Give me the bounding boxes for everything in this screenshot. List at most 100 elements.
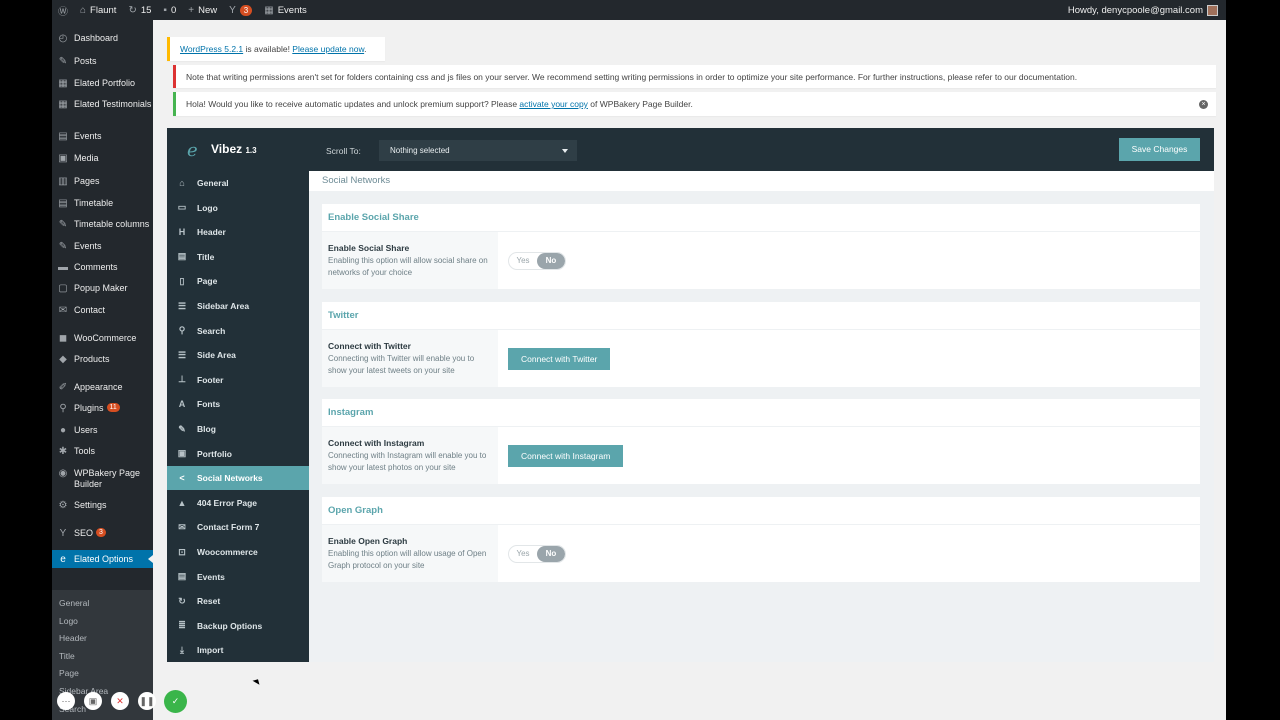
sidebar-item-plugins[interactable]: ⚲ Plugins 11 <box>52 403 153 414</box>
home-icon: ⌂ <box>80 4 87 16</box>
tab-title[interactable]: ▤ Title <box>167 245 309 269</box>
social-share-section: Enable Social Share Enable Social Share … <box>322 204 1200 289</box>
sidebar-item-woocommerce[interactable]: ◼ WooCommerce <box>52 333 153 344</box>
sidebar-item-elated-options[interactable]: e Elated Options <box>52 550 153 568</box>
tab-blog[interactable]: ✎ Blog <box>167 417 309 441</box>
section-title: Open Graph <box>322 497 1200 525</box>
yoast-link[interactable]: Y3 <box>223 0 258 20</box>
camera-icon[interactable]: ▣ <box>84 692 102 710</box>
pause-icon[interactable]: ❚❚ <box>138 692 156 710</box>
sidebar-item-media[interactable]: ▣ Media <box>52 153 153 164</box>
sidebar-item-comments[interactable]: ▬ Comments <box>52 262 153 273</box>
sidebar-item-elated-portfolio[interactable]: ▦ Elated Portfolio <box>52 78 153 89</box>
sidebar-item-elated-testimonials[interactable]: ▦ Elated Testimonials <box>52 99 153 110</box>
tab-portfolio[interactable]: ▣ Portfolio <box>167 442 309 466</box>
finish-recording-icon[interactable]: ✓ <box>164 690 187 713</box>
media-icon: ▣ <box>58 153 68 164</box>
sidebar-item-settings[interactable]: ⚙ Settings <box>52 500 153 511</box>
sidebar-item-label: Users <box>74 425 98 435</box>
cancel-recording-icon[interactable]: ✕ <box>111 692 129 710</box>
sidebar-item-label: Pages <box>74 176 100 186</box>
tab-footer[interactable]: ⊥ Footer <box>167 368 309 392</box>
sidebar-item-label: Comments <box>74 262 118 272</box>
mail-icon: ✉ <box>58 305 68 316</box>
elated-icon: e <box>60 553 66 565</box>
connect-instagram-button[interactable]: Connect with Instagram <box>508 444 624 467</box>
tab-import[interactable]: ⤓ Import <box>167 638 309 662</box>
tab-reset[interactable]: ↻ Reset <box>167 589 309 613</box>
tab-search[interactable]: ⚲ Search <box>167 319 309 343</box>
sidebar-item-label: Elated Options <box>74 553 134 564</box>
open-graph-toggle[interactable]: Yes No <box>508 544 566 563</box>
section-title: Twitter <box>322 302 1200 330</box>
tab-label: Logo <box>197 202 218 213</box>
update-now-link[interactable]: Please update now <box>292 44 364 54</box>
count-badge: 3 <box>96 528 106 537</box>
submenu-item-title[interactable]: Title <box>59 651 75 661</box>
tab-woocommerce[interactable]: ⊡ Woocommerce <box>167 540 309 564</box>
yes-option[interactable]: Yes <box>509 546 537 562</box>
sidebar-item-appearance[interactable]: ✐ Appearance <box>52 382 153 393</box>
events-link[interactable]: ▦ Events <box>258 0 313 20</box>
sidebar-item-tools[interactable]: ✱ Tools <box>52 446 153 457</box>
sidebar-item-posts[interactable]: ✎ Posts <box>52 56 153 67</box>
account-menu[interactable]: Howdy, denycpoole@gmail.com <box>1068 4 1226 16</box>
sidebar-item-users[interactable]: ● Users <box>52 425 153 436</box>
tab-backup-options[interactable]: ≣ Backup Options <box>167 614 309 638</box>
submenu-item-header[interactable]: Header <box>59 633 87 643</box>
tab-contact-form-7[interactable]: ✉ Contact Form 7 <box>167 515 309 539</box>
more-icon[interactable]: ⋯ <box>57 692 75 710</box>
save-changes-button[interactable]: Save Changes <box>1119 138 1200 161</box>
sidebar-item-pages[interactable]: ▥ Pages <box>52 176 153 187</box>
submenu-item-general[interactable]: General <box>59 598 89 608</box>
sidebar-item-events[interactable]: ▤ Events <box>52 131 153 142</box>
tab-header[interactable]: H Header <box>167 220 309 244</box>
submenu-item-logo[interactable]: Logo <box>59 616 78 626</box>
sidebar-item-seo[interactable]: Y SEO 3 <box>52 528 153 539</box>
comments-link[interactable]: ▪ 0 <box>157 0 182 20</box>
connect-twitter-button[interactable]: Connect with Twitter <box>508 347 611 370</box>
sidebar-item-timetable[interactable]: ▤ Timetable <box>52 198 153 209</box>
sidebar-item-contact[interactable]: ✉ Contact <box>52 305 153 316</box>
updates-link[interactable]: ↻ 15 <box>122 0 157 20</box>
pages-icon: ▥ <box>58 176 68 187</box>
tab-events[interactable]: ▤ Events <box>167 565 309 589</box>
wrench-icon: ✱ <box>58 446 68 457</box>
no-option[interactable]: No <box>537 252 565 269</box>
sidebar-item-dashboard[interactable]: ◴ Dashboard <box>52 33 153 44</box>
comment-icon: ▬ <box>58 262 68 273</box>
sidebar-item-popup-maker[interactable]: ▢ Popup Maker <box>52 283 153 294</box>
title-icon: ▤ <box>177 251 187 262</box>
tab-404-error-page[interactable]: ▲ 404 Error Page <box>167 491 309 515</box>
wp-version-link[interactable]: WordPress 5.2.1 <box>180 44 243 54</box>
database-icon: ≣ <box>178 620 186 631</box>
dismiss-notice-button[interactable]: × <box>1199 99 1208 109</box>
tab-label: Portfolio <box>197 448 232 459</box>
wordpress-logo-button[interactable]: Ⓦ <box>52 0 74 20</box>
sidebar-item-products[interactable]: ◆ Products <box>52 354 153 365</box>
submenu-item-page[interactable]: Page <box>59 668 79 678</box>
sidebar-item-timetable-columns[interactable]: ✎ Timetable columns <box>52 219 153 230</box>
activate-copy-link[interactable]: activate your copy <box>519 99 588 109</box>
yes-option[interactable]: Yes <box>509 253 537 269</box>
tab-general[interactable]: ⌂ General <box>167 171 309 195</box>
tab-fonts[interactable]: A Fonts <box>167 392 309 416</box>
social-share-toggle[interactable]: Yes No <box>508 251 566 270</box>
tab-side-area[interactable]: ☰ Side Area <box>167 343 309 367</box>
no-option[interactable]: No <box>537 545 565 562</box>
sidebar-item-label: WPBakery Page Builder <box>74 468 141 489</box>
new-content-link[interactable]: + New <box>182 0 223 20</box>
site-name-link[interactable]: ⌂ Flaunt <box>74 0 122 20</box>
tab-sidebar-area[interactable]: ☰ Sidebar Area <box>167 294 309 318</box>
sidebar-item-label: Appearance <box>74 382 123 392</box>
sidebar-item-events[interactable]: ✎ Events <box>52 241 153 252</box>
tab-logo[interactable]: ▭ Logo <box>167 196 309 220</box>
sidebar-item-wpbakery-page-builder[interactable]: ◉ WPBakery Page Builder <box>52 468 153 490</box>
dashboard-icon: ◴ <box>58 33 68 44</box>
tab-page[interactable]: ▯ Page <box>167 269 309 293</box>
user-icon: ● <box>59 425 67 436</box>
scroll-to-select[interactable]: Nothing selected <box>379 140 577 161</box>
tab-social-networks[interactable]: < Social Networks <box>167 466 309 491</box>
field-label: Connect with Twitter <box>328 341 411 351</box>
options-panel: e Vibez 1.3 Scroll To: Nothing selected … <box>167 128 1214 662</box>
